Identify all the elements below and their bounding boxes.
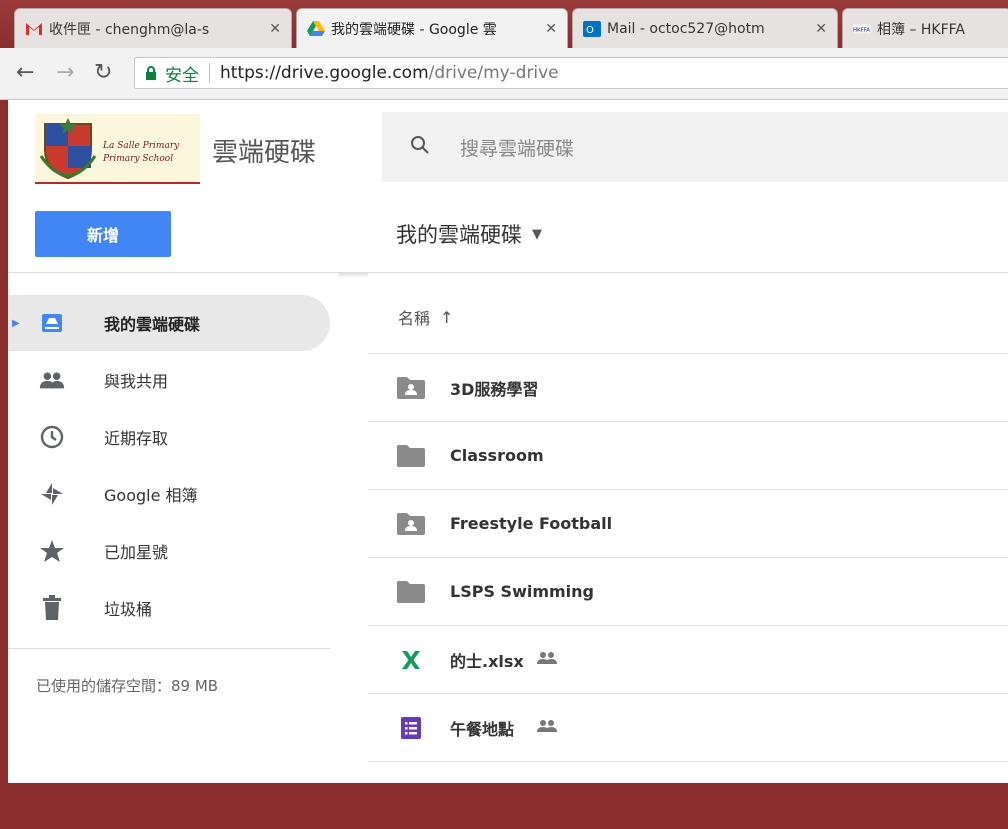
school-crest-icon xyxy=(39,118,97,180)
reload-icon[interactable]: ↻ xyxy=(94,60,112,85)
file-row[interactable]: 3D服務學習 xyxy=(368,353,1008,421)
file-name: 午餐地點 xyxy=(450,719,515,739)
people-icon xyxy=(38,366,66,394)
clock-icon xyxy=(38,423,66,451)
secure-indicator[interactable]: 安全 xyxy=(145,61,199,86)
file-name: LSPS Swimming xyxy=(450,582,594,601)
file-row[interactable]: Classroom xyxy=(368,421,1008,489)
url-host: https://drive.google.com xyxy=(220,63,429,83)
expand-arrow-icon[interactable]: ▶ xyxy=(12,318,20,329)
nav-google-photos[interactable]: Google 相簿 xyxy=(8,466,330,522)
shared-folder-icon xyxy=(396,376,426,400)
close-icon[interactable]: ✕ xyxy=(269,21,281,37)
logo-line-2: Primary School xyxy=(103,154,174,164)
file-row[interactable]: Freestyle Football xyxy=(368,489,1008,557)
svg-text:HKFFA: HKFFA xyxy=(853,27,870,33)
tab-title: Mail - octoc527@hotm xyxy=(607,20,765,37)
browser-toolbar: ← → ↻ 安全 https://drive.google.com/drive/… xyxy=(0,48,1008,100)
nav-label: 垃圾桶 xyxy=(104,600,153,619)
nav-trash[interactable]: 垃圾桶 xyxy=(8,580,330,636)
sort-arrow-up-icon[interactable]: ↑ xyxy=(440,308,453,327)
close-icon[interactable]: ✕ xyxy=(545,21,557,37)
tab-hkffa[interactable]: HKFFA 相簿 – HKFFA xyxy=(842,8,1008,48)
close-icon[interactable]: ✕ xyxy=(815,21,827,37)
folder-icon xyxy=(396,580,426,604)
lock-icon xyxy=(146,66,156,80)
nav-label: 已加星號 xyxy=(104,543,169,562)
school-logo[interactable]: La Salle Primary Primary School xyxy=(35,114,200,184)
star-icon xyxy=(38,537,66,565)
caret-down-icon: ▼ xyxy=(532,226,542,242)
trash-icon xyxy=(38,594,66,622)
outlook-icon: O xyxy=(583,20,601,38)
secure-label: 安全 xyxy=(165,65,199,86)
tab-gmail[interactable]: 收件匣 - chenghm@la-s ✕ xyxy=(14,8,292,48)
current-folder-menu[interactable]: 我的雲端硬碟 ▼ xyxy=(396,219,542,249)
svg-text:O: O xyxy=(586,25,594,36)
folder-icon xyxy=(396,444,426,468)
google-drive-icon xyxy=(307,20,325,38)
tab-strip: 收件匣 - chenghm@la-s ✕ 我的雲端硬碟 - Google 雲 ✕… xyxy=(0,0,1008,48)
pinwheel-icon xyxy=(38,480,66,508)
current-folder-title: 我的雲端硬碟 xyxy=(396,223,522,247)
file-row[interactable]: LSPS Swimming xyxy=(368,557,1008,625)
column-header-name[interactable]: 名稱 ↑ xyxy=(398,305,453,329)
file-row[interactable] xyxy=(368,761,1008,829)
hkffa-icon: HKFFA xyxy=(853,20,871,38)
tab-outlook[interactable]: O Mail - octoc527@hotm ✕ xyxy=(572,8,838,48)
forms-icon xyxy=(396,716,426,740)
gmail-icon xyxy=(25,20,43,38)
logo-line-1: La Salle Primary xyxy=(103,141,180,151)
new-button[interactable]: 新增 xyxy=(35,211,171,257)
tab-drive[interactable]: 我的雲端硬碟 - Google 雲 ✕ xyxy=(296,8,568,48)
nav-starred[interactable]: 已加星號 xyxy=(8,523,330,579)
nav-label: 與我共用 xyxy=(104,372,169,391)
tab-title: 我的雲端硬碟 - Google 雲 xyxy=(331,21,497,38)
url-path: /drive/my-drive xyxy=(428,63,559,83)
shared-folder-icon xyxy=(396,512,426,536)
nav-label: 近期存取 xyxy=(104,429,169,448)
tab-title: 相簿 – HKFFA xyxy=(877,21,966,38)
file-name: Freestyle Football xyxy=(450,514,613,533)
sheets-x-icon xyxy=(396,648,426,672)
nav-my-drive[interactable]: ▶ 我的雲端硬碟 xyxy=(8,295,330,351)
app-title: 雲端硬碟 xyxy=(212,138,317,168)
search-icon[interactable] xyxy=(410,135,430,159)
column-name-label: 名稱 xyxy=(398,309,431,328)
shared-people-icon xyxy=(536,651,558,669)
forward-arrow-icon[interactable]: → xyxy=(56,60,74,85)
nav-shared-with-me[interactable]: 與我共用 xyxy=(8,352,330,408)
shared-people-icon xyxy=(536,719,558,737)
search-input[interactable]: 搜尋雲端硬碟 xyxy=(460,134,574,161)
my-drive-icon xyxy=(38,309,66,337)
drive-header: La Salle Primary Primary School 雲端硬碟 搜尋雲… xyxy=(8,100,1008,273)
storage-usage[interactable]: 已使用的儲存空間：89 MB xyxy=(36,675,218,696)
file-row[interactable]: 的士.xlsx xyxy=(368,625,1008,693)
sidebar-divider xyxy=(8,648,330,649)
address-bar[interactable]: 安全 https://drive.google.com/drive/my-dri… xyxy=(134,57,1008,89)
drive-page: La Salle Primary Primary School 雲端硬碟 搜尋雲… xyxy=(8,100,1008,783)
file-list: 名稱 ↑ 3D服務學習 Classroom Freestyle Football xyxy=(368,273,1008,783)
nav-label: Google 相簿 xyxy=(104,486,198,505)
nav-label: 我的雲端硬碟 xyxy=(104,315,201,334)
search-bar[interactable]: 搜尋雲端硬碟 xyxy=(382,112,1008,182)
tab-title: 收件匣 - chenghm@la-s xyxy=(49,21,210,38)
back-arrow-icon[interactable]: ← xyxy=(16,60,34,85)
separator xyxy=(209,63,210,83)
file-name: 的士.xlsx xyxy=(450,651,524,671)
file-row[interactable]: 午餐地點 xyxy=(368,693,1008,761)
file-name: 3D服務學習 xyxy=(450,379,539,399)
file-name: Classroom xyxy=(450,446,544,465)
sidebar: ▶ 我的雲端硬碟 與我共用 近期存取 Google 相簿 已加星號 垃圾桶 已使… xyxy=(8,273,338,783)
nav-recent[interactable]: 近期存取 xyxy=(8,409,330,465)
